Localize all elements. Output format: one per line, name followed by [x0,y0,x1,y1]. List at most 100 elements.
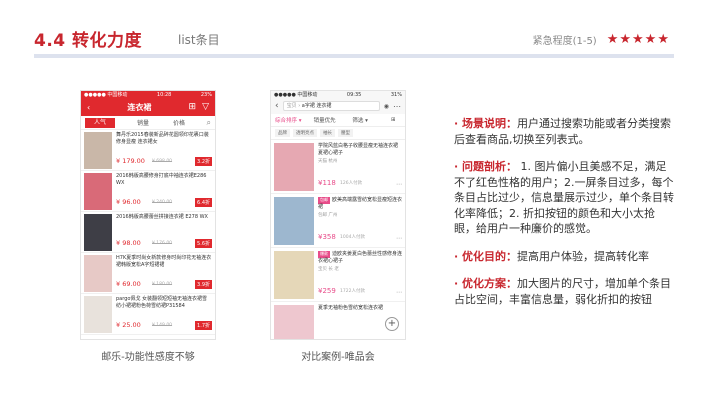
search-bar: ‹ 宝贝 › a字裙 连衣裙 ◉ ⋯ [271,98,405,114]
discount-badge: 6.4折 [195,198,212,207]
carrier-text: ●●●●● 中国移动 [274,92,318,98]
discount-badge: 3.9折 [195,280,212,289]
note-scenario: · 场景说明：用户通过搜索功能或者分类搜索后查看商品,切换至列表式。 [454,117,672,146]
chip-brand[interactable]: 品牌 [275,129,290,137]
product-name: 学院风蓝白格子收腰显瘦无袖连衣裙夏裙心裙子 [318,143,399,156]
filter-icon[interactable]: ▽ [202,102,209,112]
analysis-notes: · 场景说明：用户通过搜索功能或者分类搜索后查看商品,切换至列表式。 · 问题剖… [454,116,676,319]
product-image [274,251,314,299]
caption-left: 邮乐-功能性感度不够 [101,352,195,363]
list-item[interactable]: pargo佩戈 女装翻领短短袖无袖连衣裙雪纺小裙裙粉色荷雪纺裙P31584 ¥ 2… [81,294,215,335]
product-list: 学院风蓝白格子收腰显瘦无袖连衣裙夏裙心裙子 天猫 杭州 ¥118 126人付款 ⋯ 包邮欧… [271,140,405,339]
product-name: 舞丹乐2015春装新品碎花圆领印花裹口装 修身显瘦 连衣裙女 [116,132,209,145]
back-icon[interactable]: ‹ [275,101,279,111]
filter-chips: 品牌 透明亮点 袖长 腰型 [271,127,405,140]
more-icon[interactable]: ⋯ [396,235,402,242]
chip-waist[interactable]: 腰型 [338,129,353,137]
list-item[interactable]: 舞丹乐2015春装新品碎花圆领印花裹口装 修身显瘦 连衣裙女 ¥ 179.00 ¥ … [81,130,215,171]
title-divider [34,54,674,58]
caption-right: 对比案例-唯品会 [301,352,375,363]
shop-info: 宝贝 长 老 [318,267,339,272]
product-price: ¥ 25.00 [116,321,141,329]
product-image [84,296,112,333]
star-icon: ★★★★★ [606,32,670,47]
product-name: 2016韩版高腰修身打底中袖连衣裙E286 WX [116,173,207,186]
product-image [274,197,314,245]
note-goal: · 优化目的：提高用户体验，提高转化率 [454,249,650,263]
grid-view-icon[interactable]: ⊞ [189,102,197,112]
product-image [274,143,314,191]
product-name: 爆款 迪欧夹姜夏白色蕾丝性感修身连衣裙心裙子 [318,251,403,264]
discount-badge: 5.6折 [195,239,212,248]
list-item[interactable]: 爆款 迪欧夹姜夏白色蕾丝性感修身连衣裙心裙子宝贝 长 老 ¥259 1722人付款 ⋯ [271,248,405,302]
list-item[interactable]: 学院风蓝白格子收腰显瘦无袖连衣裙夏裙心裙子天猫 杭州 ¥118 126人付款 ⋯ [271,140,405,194]
product-price: ¥ 98.00 [116,239,141,247]
shop-info: 天猫 杭州 [318,159,338,164]
sort-comprehensive[interactable]: 综合排序 ▾ [275,116,314,124]
battery-text: 31% [390,91,402,98]
list-item[interactable]: 2016韩版高腰修身打底中袖连衣裙E286 WX ¥ 96.00 ¥ 240.00 6… [81,171,215,212]
tab-sales[interactable]: 销量 [125,118,161,127]
list-item[interactable]: H7K夏季时尚女新款修身时尚印花无袖连衣裙韩版宽松A字短裙裙 ¥ 69.00 ¥ 1… [81,253,215,294]
product-image [84,214,112,251]
note-solution: · 优化方案：加大图片的尺寸，增加单个条目占比空间，丰富信息量，弱化折扣的按钮 [454,277,672,306]
status-bar: ●●●●● 中国移动 10:28 23% [81,91,215,98]
nav-bar: ‹ 连衣裙 ⊞ ▽ [81,98,215,116]
time-text: 09:35 [346,91,362,98]
camera-icon[interactable]: ◉ [384,103,389,110]
more-icon[interactable]: ⋯ [396,181,402,188]
product-name: 2016韩版高腰蕾丝拼接连衣裙 E278 WX [116,214,208,220]
search-icon[interactable]: ⌕ [197,118,211,128]
sold-count: 1722人付款 [340,289,365,294]
discount-badge: 1.7折 [195,321,212,330]
search-scope: 宝贝 › [286,103,301,109]
sort-sales[interactable]: 销量优先 [314,116,353,124]
phone-screenshot-youle: ●●●●● 中国移动 10:28 23% ‹ 连衣裙 ⊞ ▽ 人气 销量 价格 … [80,90,216,340]
sort-tabs: 人气 销量 价格 ⌕ [81,116,215,130]
sort-bar: 综合排序 ▾ 销量优先 筛选 ▾ ⊞ [271,114,405,127]
discount-badge: 3.2折 [195,157,212,166]
search-input[interactable]: 宝贝 › a字裙 连衣裙 [282,101,380,111]
chip-sleeve[interactable]: 袖长 [320,129,335,137]
product-price: ¥358 [318,233,336,241]
tab-popularity[interactable]: 人气 [85,117,115,128]
battery-text: 23% [200,91,212,98]
back-icon[interactable]: ‹ [87,103,90,112]
list-item[interactable]: 2016韩版高腰蕾丝拼接连衣裙 E278 WX ¥ 98.00 ¥ 176.00 5.… [81,212,215,253]
nav-title: 连衣裙 [127,102,152,112]
sold-count: 1004人付款 [340,235,365,240]
product-price: ¥ 69.00 [116,280,141,288]
product-price: ¥259 [318,287,336,295]
product-image [84,132,112,169]
product-image [274,305,314,339]
more-icon[interactable]: ⋯ [396,289,402,296]
product-name: 包邮 欧美高端露雪纺宽松显瘦短连衣裙 [318,197,403,210]
time-text: 10:28 [156,91,172,98]
sold-count: 126人付款 [340,181,363,186]
shop-info: 包邮 广州 [318,213,338,218]
grid-view-icon[interactable]: ⊞ [391,117,401,123]
phone-screenshot-vip: ●●●●● 中国移动 09:35 31% ‹ 宝贝 › a字裙 连衣裙 ◉ ⋯ … [270,90,406,340]
note-problem: · 问题剖析： 1. 图片偏小且美感不足，满足不了红色性格的用户；2.一屏条目过… [454,160,674,235]
product-name: pargo佩戈 女装翻领短短袖无袖连衣裙雪纺小裙裙粉色荷雪纺裙P31584 [116,296,208,309]
slide-subtitle: list条目 [178,33,220,47]
sort-filter[interactable]: 筛选 ▾ [352,116,391,124]
original-price: ¥ 176.00 [152,241,173,246]
product-name: 夏季无袖粉色雪纺宽松连衣裙 [318,305,384,311]
product-list: 舞丹乐2015春装新品碎花圆领印花裹口装 修身显瘦 连衣裙女 ¥ 179.00 ¥ … [81,130,215,335]
product-image [84,255,112,292]
product-image [84,173,112,210]
add-button[interactable]: + [385,317,399,331]
chip-highlight[interactable]: 透明亮点 [293,129,317,137]
slide-title: 4.4 转化力度 [34,31,143,51]
urgency-rating: 紧急程度(1-5) ★★★★★ [533,32,670,47]
status-bar: ●●●●● 中国移动 09:35 31% [271,91,405,98]
more-icon[interactable]: ⋯ [393,102,401,111]
list-item[interactable]: 包邮 欧美高端露雪纺宽松显瘦短连衣裙包邮 广州 ¥358 1004人付款 ⋯ [271,194,405,248]
original-price: ¥ 698.00 [152,159,173,164]
original-price: ¥ 180.00 [152,282,173,287]
product-price: ¥118 [318,179,336,187]
tab-price[interactable]: 价格 [161,118,197,127]
urgency-label: 紧急程度(1-5) [532,36,597,47]
search-query: a字裙 连衣裙 [301,103,332,109]
